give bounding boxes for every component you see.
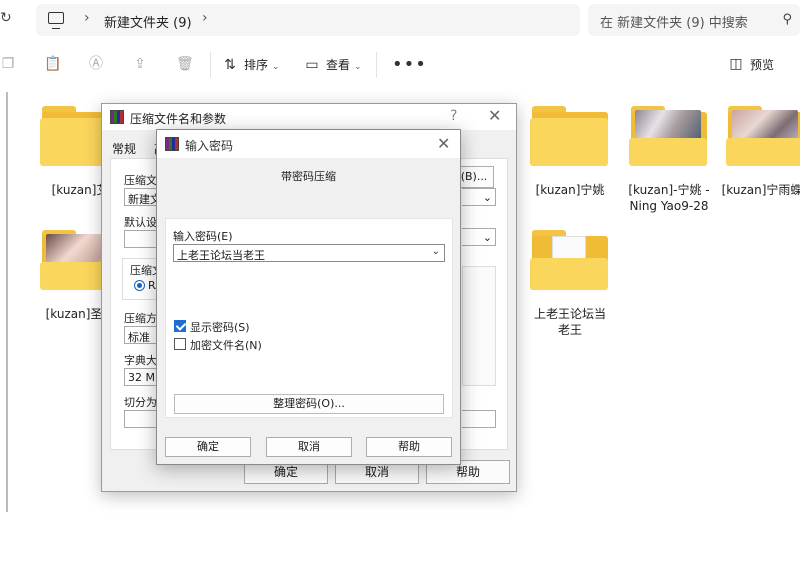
view-label: 查看 [326,58,351,72]
rename-icon[interactable]: Ⓐ [88,56,104,72]
sort-button[interactable]: ⇅ 排序 ⌄ [222,56,280,74]
search-icon: ⚲ [782,12,792,27]
breadcrumb-folder[interactable]: 新建文件夹 (9) [104,12,192,31]
view-icon: ▭ [305,57,319,73]
folder-name: [kuzan]宁姚 [535,183,605,197]
folder-name: [kuzan]宁雨蝶 [721,183,800,197]
chevron-right-icon[interactable]: › [84,10,90,26]
format-rar-radio[interactable] [134,280,145,291]
folder-thumbnail [732,110,798,140]
profiles-label: 默认设置 [124,216,157,229]
delete-icon[interactable]: 🗑 [176,56,194,72]
options-group [462,266,496,386]
address-bar: ↻ › 新建文件夹 (9) › 在 新建文件夹 (9) 中搜索 ⚲ [0,0,800,42]
this-pc-icon[interactable] [48,12,64,29]
folder-icon [530,228,608,290]
more-options-button[interactable]: ••• [392,54,427,75]
profiles-button[interactable] [124,230,157,248]
help-button[interactable]: 帮助 [366,437,452,457]
split-volumes-field[interactable] [124,410,157,428]
dialog-heading: 带密码压缩 [281,170,336,183]
help-button[interactable]: ? [450,108,457,124]
dialog-title: 压缩文件名和参数 [130,112,227,126]
close-button[interactable]: ✕ [437,134,450,153]
folder-icon [726,104,800,166]
password-dialog: 输入密码 ✕ 带密码压缩 输入密码(E) 上老王论坛当老王 ⌄ 显示密码(S) … [156,129,461,465]
chevron-down-icon[interactable]: ⌄ [432,246,440,257]
chevron-right-icon[interactable]: › [202,10,208,26]
password-label: 输入密码(E) [173,230,233,243]
dialog-title: 输入密码 [185,139,234,153]
compression-method-label: 压缩方式 [124,312,157,325]
chevron-down-icon: ⌄ [354,62,362,72]
folder-thumbnail [635,110,701,140]
compression-method-select[interactable]: 标准 [124,326,157,344]
encrypt-filenames-label[interactable]: 加密文件名(N) [190,337,262,353]
divider [376,52,377,78]
encrypt-filenames-checkbox[interactable] [174,338,186,350]
search-placeholder: 在 新建文件夹 (9) 中搜索 [600,16,748,31]
sort-label: 排序 [244,58,269,72]
archive-name-field[interactable]: 新建文 [124,188,157,206]
scrollbar[interactable] [6,92,8,512]
folder-name: [kuzan]-宁姚 -Ning Yao9-28 [628,183,710,213]
organize-passwords-button[interactable]: 整理密码(O)... [174,394,444,414]
dialog-titlebar: 压缩文件名和参数 ? ✕ [102,104,516,130]
password-value: 上老王论坛当老王 [177,249,265,262]
password-field-edge [462,410,496,428]
close-button[interactable]: ✕ [488,106,501,125]
preview-button[interactable]: 预览 [750,56,774,73]
password-input[interactable]: 上老王论坛当老王 ⌄ [173,244,445,262]
archive-name-label: 压缩文件 [124,174,157,187]
sort-icon: ⇅ [224,57,236,73]
archive-name-dropdown[interactable]: ⌄ [462,188,496,206]
dialog-titlebar: 输入密码 ✕ [157,130,460,158]
show-password-label[interactable]: 显示密码(S) [190,319,250,335]
dictionary-size-label: 字典大小 [124,354,157,367]
winrar-icon [165,137,179,151]
command-bar: ❐ 📋 Ⓐ ⇪ 🗑 ⇅ 排序 ⌄ ▭ 查看 ⌄ ••• ◫ 预览 [0,44,800,86]
divider [210,52,211,78]
show-password-checkbox[interactable] [174,320,186,332]
chevron-down-icon: ⌄ [272,62,280,72]
winrar-icon [110,110,124,124]
breadcrumb[interactable]: › 新建文件夹 (9) › [36,4,580,36]
update-mode-dropdown[interactable]: ⌄ [462,228,496,246]
share-icon[interactable]: ⇪ [132,56,148,72]
search-input[interactable]: 在 新建文件夹 (9) 中搜索 ⚲ [588,4,800,36]
copy-icon[interactable]: ❐ [0,56,16,72]
split-volumes-label: 切分为分 [124,396,157,409]
cancel-button[interactable]: 取消 [266,437,352,457]
preview-pane-icon[interactable]: ◫ [728,56,744,72]
dictionary-size-select[interactable]: 32 MB [124,368,157,386]
ok-button[interactable]: 确定 [165,437,251,457]
refresh-icon[interactable]: ↻ [0,10,16,30]
folder-icon [629,104,707,166]
paste-icon[interactable]: 📋 [44,56,61,72]
folder-icon [530,104,608,166]
format-label: 压缩文 [130,264,157,277]
tab-general[interactable]: 常规 [112,140,136,157]
folder-name: 上老王论坛当老王 [533,307,606,337]
document-preview [552,236,586,260]
view-button[interactable]: ▭ 查看 ⌄ [304,56,362,74]
